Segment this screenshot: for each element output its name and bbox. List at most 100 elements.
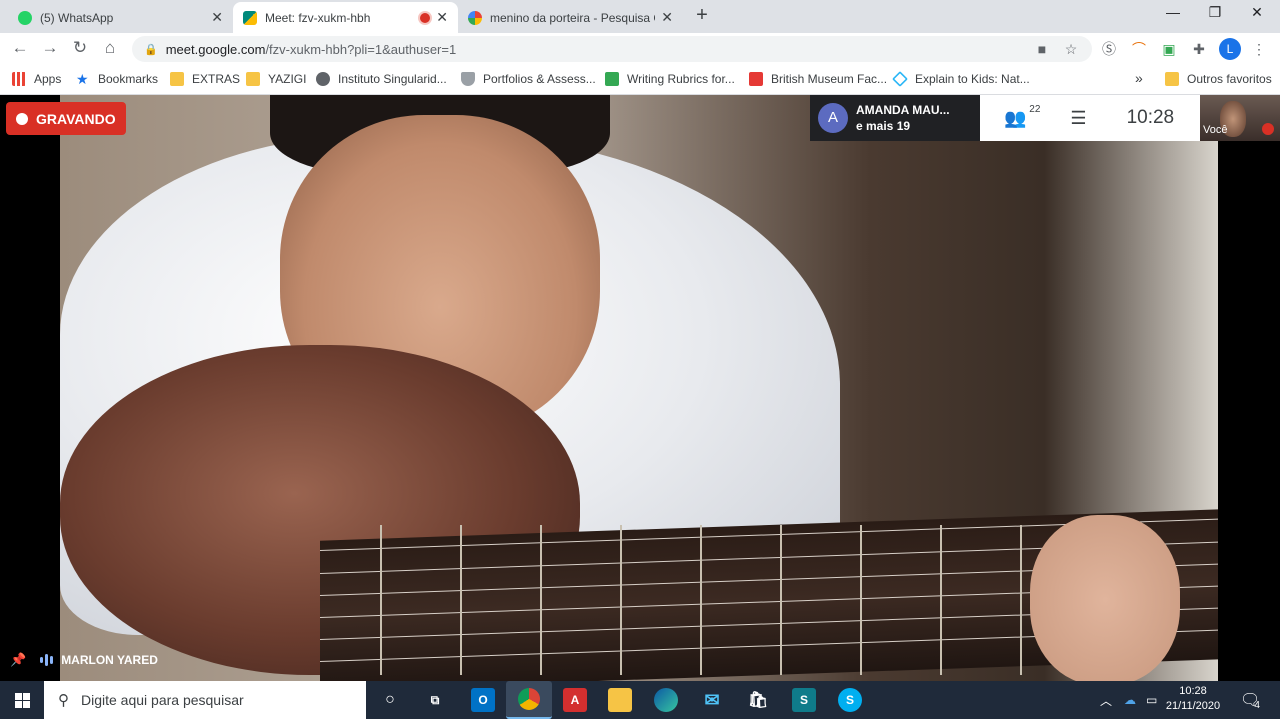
cortana-icon[interactable]: ○ xyxy=(378,688,402,712)
close-window-button[interactable]: ✕ xyxy=(1234,4,1280,21)
bookmark-other-favorites[interactable]: Outros favoritos xyxy=(1165,72,1272,86)
participant-more: e mais 19 xyxy=(856,119,911,133)
bookmark-label: EXTRAS xyxy=(192,72,241,86)
bookmark-apps[interactable]: Apps xyxy=(12,72,61,86)
bookmark-instituto[interactable]: Instituto Singularid... xyxy=(316,72,447,86)
taskbar-clock[interactable]: 10:28 21/11/2020 xyxy=(1160,684,1226,714)
store-icon[interactable]: 🛍 xyxy=(746,688,770,712)
back-button[interactable]: ← xyxy=(9,38,31,58)
bookmark-extras[interactable]: EXTRAS xyxy=(170,72,240,86)
lock-icon: 🔒 xyxy=(144,43,158,56)
close-icon[interactable]: ✕ xyxy=(436,9,448,26)
notifications-button[interactable]: 🗨 4 xyxy=(1240,681,1260,719)
home-button[interactable]: ⌂ xyxy=(99,38,121,58)
recording-indicator-icon xyxy=(420,12,431,23)
people-button[interactable]: 👥 22 xyxy=(1004,104,1040,129)
rainbow-extension-icon[interactable]: ⌒ xyxy=(1131,41,1147,57)
puzzle-extensions-icon[interactable]: ✚ xyxy=(1191,41,1207,57)
green-extension-icon[interactable]: ▣ xyxy=(1161,41,1177,57)
acrobat-icon[interactable]: A xyxy=(563,688,587,712)
chevron-up-icon[interactable]: ︿ xyxy=(1100,692,1112,709)
tab-meet[interactable]: Meet: fzv-xukm-hbh ✕ xyxy=(233,2,458,33)
bookmark-label: Writing Rubrics for... xyxy=(627,72,735,86)
participant-names: AMANDA MAU... e mais 19 xyxy=(856,102,950,134)
bookmarks-bar: Apps ★ Bookmarks EXTRAS YAZIGI Instituto… xyxy=(0,65,1280,95)
onedrive-icon[interactable]: ☁ xyxy=(1124,693,1136,707)
guitar-fret xyxy=(1020,525,1022,675)
folder-icon xyxy=(1165,72,1179,86)
tab-google-search[interactable]: menino da porteira - Pesquisa Go ✕ xyxy=(458,2,683,33)
tab-strip: (5) WhatsApp ✕ Meet: fzv-xukm-hbh ✕ meni… xyxy=(0,0,1280,33)
file-explorer-icon[interactable] xyxy=(608,688,632,712)
people-count: 22 xyxy=(1029,103,1041,115)
shield-icon xyxy=(461,72,475,86)
google-icon xyxy=(468,10,482,25)
close-icon[interactable]: ✕ xyxy=(211,9,223,26)
tab-whatsapp[interactable]: (5) WhatsApp ✕ xyxy=(8,2,233,33)
minimize-button[interactable]: — xyxy=(1150,4,1196,20)
apps-grid-icon xyxy=(12,72,26,86)
google-meet-icon xyxy=(243,10,257,25)
bookmark-yazigi[interactable]: YAZIGI xyxy=(246,72,306,86)
bookmark-writing-rubrics[interactable]: Writing Rubrics for... xyxy=(605,72,735,86)
guitar-fret xyxy=(940,525,942,675)
outlook-icon[interactable]: O xyxy=(471,688,495,712)
video-subject-hand xyxy=(1030,515,1180,681)
bookmark-label: Explain to Kids: Nat... xyxy=(915,72,1030,86)
edge-icon[interactable] xyxy=(654,688,678,712)
tab-title: Meet: fzv-xukm-hbh xyxy=(265,10,371,25)
folder-icon xyxy=(246,72,260,86)
battery-icon[interactable]: ▭ xyxy=(1146,693,1157,707)
mail-icon[interactable]: ✉ xyxy=(700,688,724,712)
bookmark-explain-to-kids[interactable]: Explain to Kids: Nat... xyxy=(892,71,1030,87)
notification-count: 4 xyxy=(1254,699,1260,711)
participant-video[interactable] xyxy=(60,95,1218,681)
tab-title: (5) WhatsApp xyxy=(40,10,114,25)
rubric-icon xyxy=(605,72,619,86)
start-button[interactable] xyxy=(0,681,44,719)
mic-off-icon xyxy=(1262,123,1274,135)
reload-button[interactable]: ↻ xyxy=(69,38,91,58)
tab-title: menino da porteira - Pesquisa Go xyxy=(490,10,656,25)
bookmark-bookmarks[interactable]: ★ Bookmarks xyxy=(76,72,158,86)
participant-name: AMANDA MAU... xyxy=(856,103,950,117)
bookmark-label: Bookmarks xyxy=(98,72,159,86)
task-view-icon[interactable]: ⧉ xyxy=(423,688,447,712)
guitar-fret xyxy=(780,525,782,675)
menu-icon[interactable]: ⋮ xyxy=(1251,41,1267,57)
star-icon[interactable]: ☆ xyxy=(1063,41,1079,57)
maximize-button[interactable]: ❐ xyxy=(1192,4,1238,21)
participants-chip[interactable]: A AMANDA MAU... e mais 19 xyxy=(810,95,980,141)
chrome-icon xyxy=(518,688,540,710)
record-dot-icon xyxy=(16,112,28,125)
pin-icon[interactable]: 📌 xyxy=(10,652,26,668)
new-tab-button[interactable]: + xyxy=(690,4,714,27)
address-bar[interactable]: 🔒 meet.google.com /fzv-xukm-hbh?pli=1&au… xyxy=(132,36,1092,62)
clock-time: 10:28 xyxy=(1179,685,1207,697)
profile-avatar[interactable]: L xyxy=(1219,38,1241,60)
guitar-fret xyxy=(620,525,622,675)
skype-icon[interactable]: S xyxy=(838,688,862,712)
bookmark-label: Instituto Singularid... xyxy=(338,72,447,86)
close-icon[interactable]: ✕ xyxy=(661,9,673,26)
camera-icon[interactable]: ■ xyxy=(1034,41,1050,57)
self-label: Você xyxy=(1203,124,1228,136)
windows-taskbar: ⚲ Digite aqui para pesquisar ○ ⧉ O A ✉ 🛍… xyxy=(0,681,1280,719)
taskbar-search[interactable]: ⚲ Digite aqui para pesquisar xyxy=(44,681,366,719)
chat-button[interactable]: ☰ xyxy=(1070,108,1086,129)
forward-button[interactable]: → xyxy=(39,38,61,58)
globe-icon xyxy=(316,72,330,86)
skype-extension-icon[interactable]: Ⓢ xyxy=(1101,41,1117,57)
bookmark-british-museum[interactable]: British Museum Fac... xyxy=(749,72,887,86)
search-icon: ⚲ xyxy=(58,692,69,709)
museum-icon xyxy=(749,72,763,86)
self-view-tile[interactable]: Você xyxy=(1200,95,1280,141)
whatsapp-icon xyxy=(18,10,32,25)
bookmark-portfolios[interactable]: Portfolios & Assess... xyxy=(461,72,596,86)
chrome-taskbar-button[interactable] xyxy=(506,681,552,719)
recording-label: GRAVANDO xyxy=(36,110,116,127)
sway-icon[interactable]: S xyxy=(792,688,816,712)
people-icon: 👥 xyxy=(1004,107,1027,128)
url-domain: meet.google.com xyxy=(165,41,266,57)
bookmarks-overflow-button[interactable]: » xyxy=(1135,70,1143,86)
